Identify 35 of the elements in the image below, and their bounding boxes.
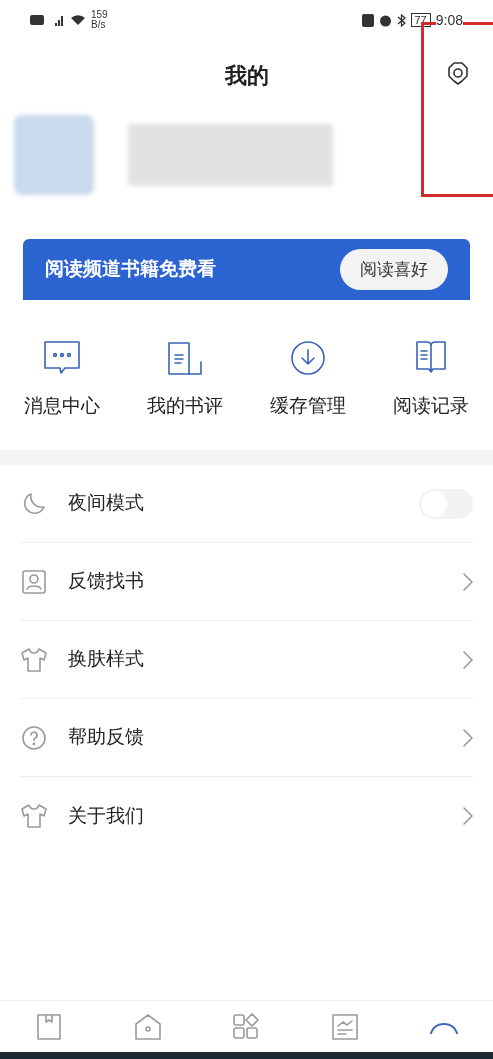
settings-icon[interactable]: [445, 60, 471, 86]
chevron-right-icon: [463, 807, 473, 825]
battery-level: 77: [410, 13, 431, 27]
network-speed: 159: [91, 10, 108, 20]
menu-row[interactable]: 反馈找书: [20, 543, 473, 621]
document-icon: [165, 340, 204, 376]
menu-row[interactable]: 关于我们: [20, 777, 473, 855]
menu-label: 夜间模式: [68, 491, 144, 516]
menu-row[interactable]: 换肤样式: [20, 621, 473, 699]
quick-action[interactable]: 消息中心: [0, 340, 124, 450]
bluetooth-icon: [396, 13, 406, 27]
quick-action[interactable]: 阅读记录: [369, 340, 493, 450]
chevron-right-icon: [463, 572, 473, 591]
quick-action[interactable]: 我的书评: [123, 340, 247, 450]
moon-icon: [21, 490, 47, 517]
banner-text: 阅读频道书籍免费看: [45, 257, 216, 282]
menu-label: 反馈找书: [68, 569, 144, 594]
chat-bubble-icon: [42, 340, 81, 376]
shirt-icon: [20, 803, 48, 829]
speed-unit: B/s: [91, 20, 107, 30]
help-icon: [21, 724, 47, 751]
menu-label: 帮助反馈: [68, 725, 144, 750]
download-circle-icon: [289, 340, 328, 376]
page-title: 我的: [224, 61, 269, 90]
reading-preference-button[interactable]: 阅读喜好: [340, 248, 448, 291]
menu-label: 关于我们: [68, 803, 144, 828]
shirt-icon: [20, 646, 48, 673]
wifi-icon: [70, 14, 86, 26]
quick-action[interactable]: 缓存管理: [246, 340, 370, 450]
menu-row[interactable]: 夜间模式: [20, 465, 473, 543]
chevron-right-icon: [463, 728, 473, 747]
menu-row[interactable]: 帮助反馈: [20, 699, 473, 777]
profile-card-icon: [21, 568, 47, 595]
chevron-right-icon: [463, 650, 473, 669]
menu-label: 换肤样式: [68, 647, 144, 672]
